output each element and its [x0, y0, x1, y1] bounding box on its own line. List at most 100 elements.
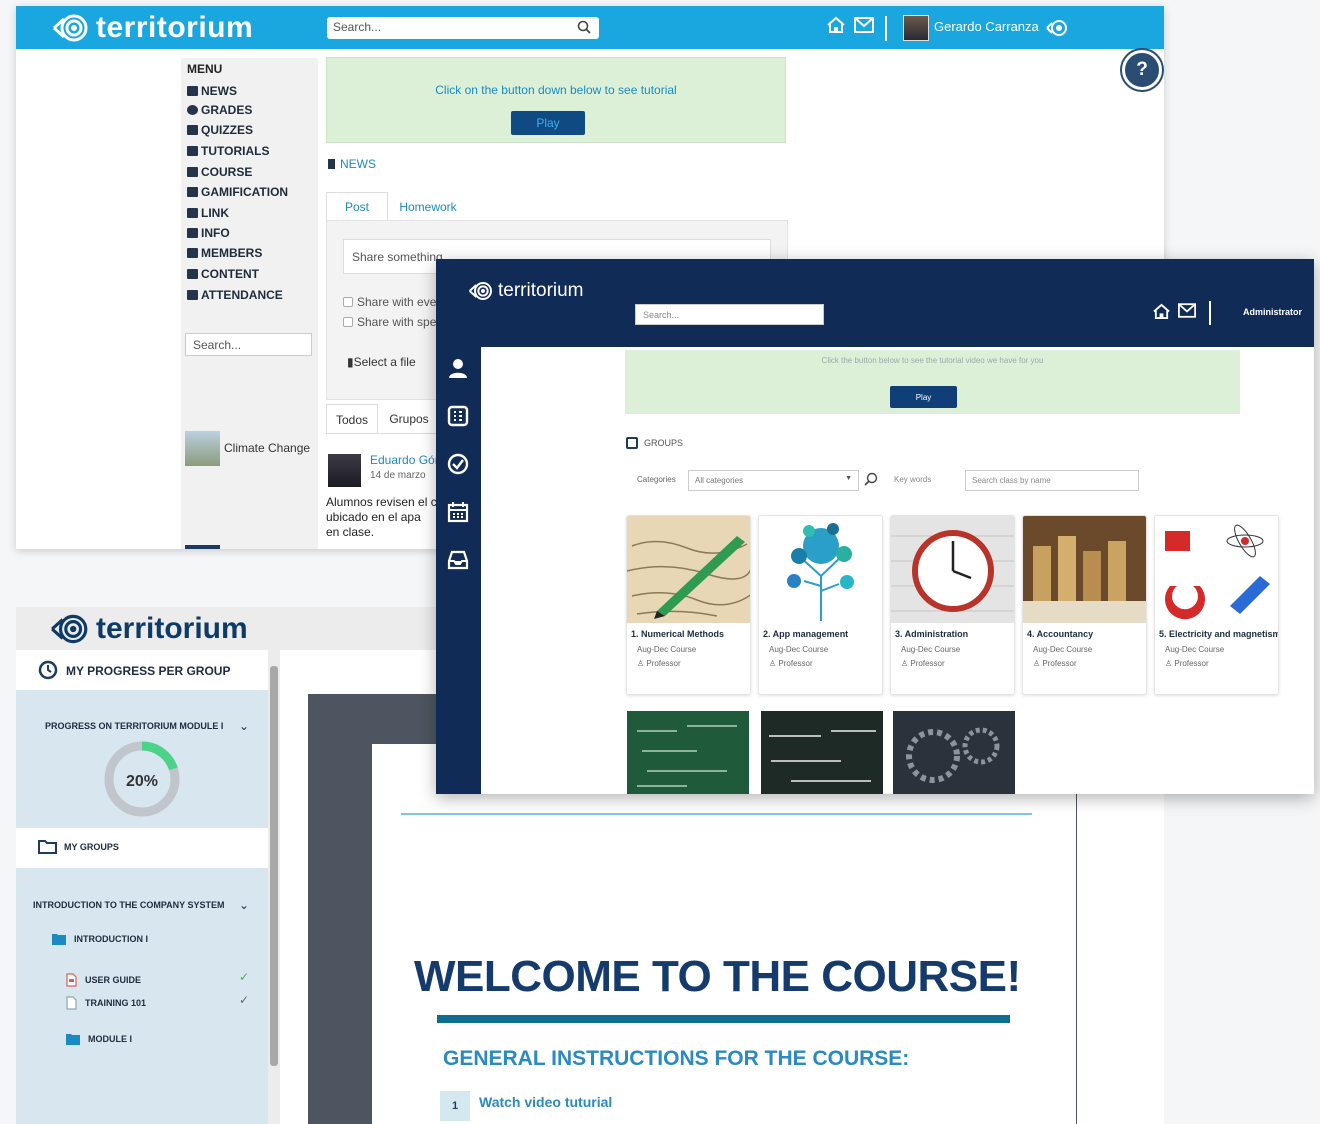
course-card-image[interactable]: [893, 711, 1015, 794]
tab-grupos[interactable]: Grupos: [380, 404, 438, 434]
sidebar-item-course[interactable]: COURSE: [187, 165, 252, 179]
instructions-heading: GENERAL INSTRUCTIONS FOR THE COURSE:: [443, 1047, 910, 1070]
course-card-image[interactable]: [761, 711, 883, 794]
sidebar-item-members[interactable]: MEMBERS: [187, 246, 262, 260]
divider: [401, 813, 1032, 815]
course-title: 1. Numerical Methods: [631, 629, 725, 639]
search-input[interactable]: Search...: [327, 17, 599, 39]
inbox-icon[interactable]: [447, 549, 469, 571]
course-subtitle: Aug-Dec Course: [769, 645, 829, 654]
file-label: TRAINING 101: [85, 998, 147, 1008]
mail-icon[interactable]: [1178, 303, 1196, 318]
user-icon[interactable]: [447, 357, 469, 379]
sidebar-item-tutorials[interactable]: TUTORIALS: [187, 144, 269, 158]
tab-todos[interactable]: Todos: [326, 404, 378, 434]
bookmark-icon: [187, 125, 198, 135]
territorium-eye-icon[interactable]: [1046, 19, 1068, 37]
territorium-logo[interactable]: territorium: [50, 611, 248, 647]
keywords-input[interactable]: Search class by name: [965, 470, 1139, 491]
user-role[interactable]: Administrator: [1243, 307, 1302, 317]
post-tabs: Post Homework: [326, 192, 788, 222]
sidebar-item-label: LINK: [201, 206, 229, 220]
tab-label: Post: [344, 200, 369, 214]
user-name[interactable]: Gerardo Carranza: [934, 19, 1039, 34]
scrollbar-thumb[interactable]: [270, 666, 278, 1066]
header-divider: [1209, 301, 1211, 325]
search-icon[interactable]: [864, 472, 878, 486]
share-option-specific[interactable]: Share with spe: [343, 315, 436, 329]
featured-thumbnail[interactable]: [185, 431, 220, 466]
menu-search-input[interactable]: Search...: [185, 333, 312, 356]
course-card[interactable]: 3. Administration Aug-Dec Course ♙ Profe…: [890, 515, 1015, 695]
tutorial-banner: Click the button below to see the tutori…: [625, 350, 1240, 414]
course-title: 5. Electricity and magnetism: [1159, 629, 1279, 639]
featured-label[interactable]: Climate Change: [224, 441, 310, 455]
tab-post[interactable]: Post: [326, 192, 388, 221]
course-card-image[interactable]: [627, 711, 749, 794]
grades-icon[interactable]: [447, 405, 469, 427]
course-image-electricity: [1155, 516, 1278, 623]
trophy-icon: [187, 187, 198, 197]
play-button[interactable]: Play: [511, 111, 585, 135]
file-row-user-guide[interactable]: USER GUIDE: [66, 973, 141, 987]
mail-icon[interactable]: [854, 17, 874, 33]
header-icons: [1152, 303, 1196, 320]
course-image-app-management: [759, 516, 882, 623]
course-image-accountancy: [1023, 516, 1146, 623]
share-option-label: Share with spe: [357, 315, 437, 329]
sidebar-item-quizzes[interactable]: QUIZZES: [187, 123, 253, 137]
sidebar-item-grades[interactable]: GRADES: [187, 103, 252, 117]
course-role: ♙ Professor: [769, 659, 813, 668]
sidebar-item-link[interactable]: LINK: [187, 206, 229, 220]
grades-icon: [626, 437, 638, 449]
course-card[interactable]: 4. Accountancy Aug-Dec Course ♙ Professo…: [1022, 515, 1147, 695]
user-avatar[interactable]: [903, 15, 929, 41]
post-author[interactable]: Eduardo Gón: [370, 453, 441, 467]
lms-window-groups: territorium Search... Administrator Clic…: [436, 259, 1314, 794]
progress-sidebar: MY PROGRESS PER GROUP PROGRESS ON TERRIT…: [16, 650, 268, 1124]
help-button[interactable]: ?: [1122, 50, 1162, 90]
my-groups-bar[interactable]: MY GROUPS: [16, 828, 268, 868]
chevron-down-icon[interactable]: ⌄: [239, 719, 249, 733]
checkbox[interactable]: [343, 317, 353, 327]
home-icon[interactable]: [826, 16, 846, 34]
sidebar-item-content[interactable]: CONTENT: [187, 267, 259, 281]
my-groups-heading: MY GROUPS: [64, 842, 119, 852]
tab-label: Homework: [399, 199, 457, 214]
sidebar-item-attendance[interactable]: ATTENDANCE: [187, 288, 283, 302]
sidebar-item-info[interactable]: INFO: [187, 226, 230, 240]
checkbox[interactable]: [343, 297, 353, 307]
post-author-avatar[interactable]: [328, 454, 361, 487]
link-icon: [187, 208, 198, 218]
calendar-icon[interactable]: [447, 501, 469, 523]
tab-homework[interactable]: Homework: [388, 192, 468, 221]
folder-row-module[interactable]: MODULE I: [66, 1033, 132, 1045]
home-icon[interactable]: [1152, 303, 1171, 320]
file-label: USER GUIDE: [85, 975, 142, 985]
header-icons: [826, 16, 874, 34]
select-file-label: Select a file: [353, 355, 416, 369]
territorium-logo[interactable]: territorium: [468, 279, 584, 303]
step-link[interactable]: Watch video tuturial: [479, 1094, 612, 1110]
share-option-everyone[interactable]: Share with eve: [343, 295, 436, 309]
folder-row-introduction[interactable]: INTRODUCTION I: [52, 933, 148, 945]
sidebar-item-news[interactable]: NEWS: [187, 84, 237, 98]
sidebar-scrollbar[interactable]: [268, 650, 280, 1124]
territorium-logo[interactable]: territorium: [52, 10, 253, 46]
select-file-button[interactable]: ▮Select a file: [347, 355, 416, 369]
sidebar-item-gamification[interactable]: GAMIFICATION: [187, 185, 288, 199]
categories-select[interactable]: All categories ▼: [688, 470, 859, 491]
course-card[interactable]: 1. Numerical Methods Aug-Dec Course ♙ Pr…: [626, 515, 751, 695]
course-card[interactable]: 5. Electricity and magnetism Aug-Dec Cou…: [1154, 515, 1279, 695]
file-row-training[interactable]: TRAINING 101: [66, 996, 146, 1010]
check-icon[interactable]: [447, 453, 469, 475]
course-row[interactable]: INTRODUCTION TO THE COMPANY SYSTEM: [33, 900, 225, 910]
search-icon[interactable]: [577, 20, 591, 34]
progress-heading-bar: MY PROGRESS PER GROUP: [16, 650, 268, 690]
territorium-eye-icon: [468, 282, 492, 300]
featured-thumbnail-2[interactable]: [185, 545, 220, 549]
chevron-down-icon[interactable]: ⌄: [239, 898, 249, 912]
search-input[interactable]: Search...: [635, 304, 824, 325]
course-card[interactable]: 2. App management Aug-Dec Course ♙ Profe…: [758, 515, 883, 695]
play-button[interactable]: Play: [890, 386, 957, 408]
